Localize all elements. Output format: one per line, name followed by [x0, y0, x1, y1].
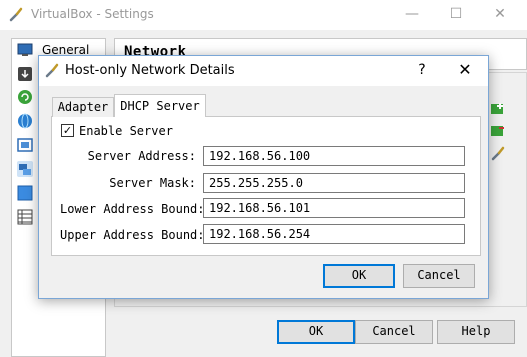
main-help-button[interactable]: Help — [437, 320, 515, 344]
enable-server-checkbox[interactable]: ✓ — [61, 124, 74, 137]
remove-adapter-icon[interactable] — [490, 123, 506, 139]
tab-adapter[interactable]: Adapter — [52, 97, 114, 117]
list-table-icon[interactable] — [17, 209, 33, 225]
dialog-close-button[interactable]: ✕ — [455, 60, 475, 80]
dialog-ok-button[interactable]: OK — [323, 264, 395, 288]
server-mask-label: Server Mask: — [109, 176, 196, 190]
tab-dhcp-server[interactable]: DHCP Server — [114, 94, 206, 117]
lower-address-bound-field[interactable]: 192.168.56.101 — [203, 198, 465, 218]
screwdriver-icon — [45, 63, 59, 78]
add-adapter-icon[interactable] — [490, 101, 506, 117]
screwdriver-icon — [9, 7, 23, 22]
minimize-button[interactable]: — — [402, 4, 422, 24]
system-download-icon[interactable] — [17, 66, 33, 82]
general-monitor-icon[interactable] — [17, 42, 33, 58]
edit-screwdriver-icon[interactable] — [490, 145, 506, 161]
maximize-button[interactable]: ☐ — [446, 4, 466, 24]
upper-address-bound-label: Upper Address Bound: — [60, 228, 205, 242]
globe-icon[interactable] — [17, 113, 33, 129]
refresh-green-icon[interactable] — [17, 89, 33, 105]
server-mask-field[interactable]: 255.255.255.0 — [203, 173, 465, 193]
square-blue-icon[interactable] — [17, 185, 33, 201]
main-ok-button[interactable]: OK — [277, 320, 355, 344]
dialog-help-button[interactable]: ? — [412, 60, 432, 80]
window-close-button[interactable]: ✕ — [490, 4, 510, 24]
server-address-field[interactable]: 192.168.56.100 — [203, 146, 465, 166]
dialog-title: Host-only Network Details — [65, 63, 235, 78]
main-cancel-button[interactable]: Cancel — [355, 320, 433, 344]
dialog-cancel-button[interactable]: Cancel — [403, 264, 475, 288]
storage-icon[interactable] — [17, 137, 33, 153]
lower-address-bound-label: Lower Address Bound: — [60, 202, 205, 216]
upper-address-bound-field[interactable]: 192.168.56.254 — [203, 224, 465, 244]
enable-server-label[interactable]: Enable Server — [79, 124, 173, 138]
settings-window-title: VirtualBox - Settings — [31, 7, 154, 21]
network-icon[interactable] — [17, 161, 33, 177]
server-address-label: Server Address: — [87, 149, 196, 163]
